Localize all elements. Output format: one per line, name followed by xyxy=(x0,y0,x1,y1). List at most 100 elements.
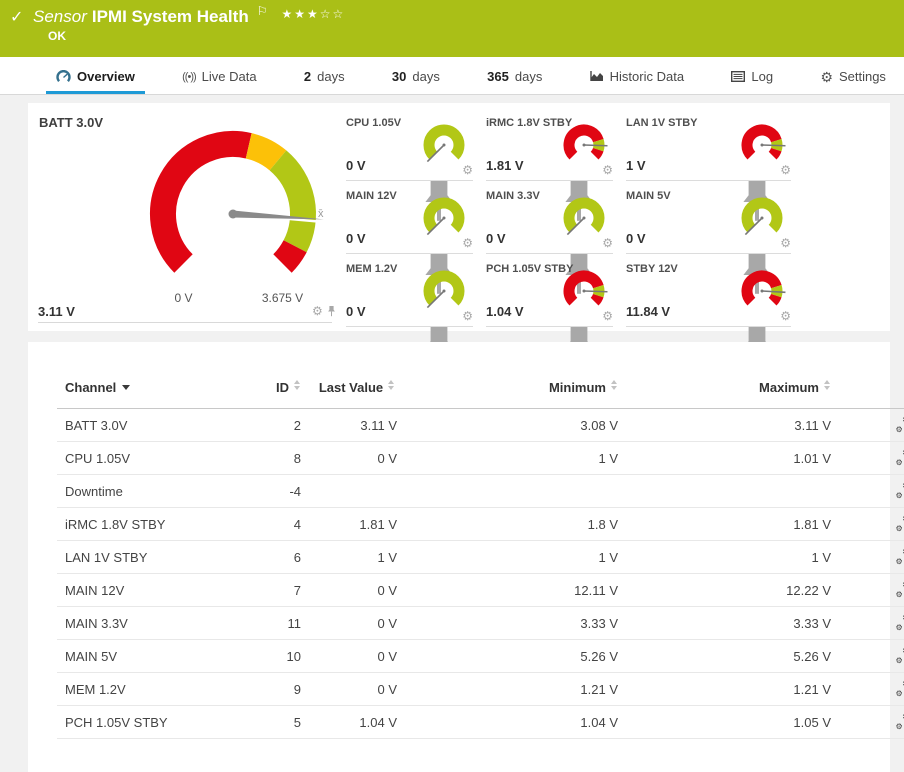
edit-channel-gears-icon[interactable]: ⚙⚙ xyxy=(896,713,904,729)
gauge xyxy=(560,120,608,168)
tab-live-data[interactable]: ((•))Live Data xyxy=(178,69,260,94)
gauge xyxy=(560,266,608,314)
cell-edit: ⚙⚙ xyxy=(839,574,904,607)
gauge-cell-icons: ⚙ xyxy=(462,310,473,322)
gauge xyxy=(738,120,786,168)
gauge-cell: iRMC 1.8V STBY1.81 V⚙ xyxy=(478,108,618,181)
cell-max: 1.81 V xyxy=(626,508,839,541)
gauge-settings-gear-icon[interactable]: ⚙ xyxy=(462,164,473,176)
column-label: Last Value xyxy=(319,380,383,395)
cell-edit: ⚙⚙ xyxy=(839,706,904,739)
tab-number: 365 xyxy=(487,69,509,84)
column-header-edit xyxy=(839,342,904,409)
gauge-cell: MAIN 5V0 V⚙ xyxy=(618,181,796,254)
column-header-minimum[interactable]: Minimum xyxy=(405,342,626,409)
column-label: ID xyxy=(276,380,289,395)
page-title: IPMI System Health xyxy=(92,7,249,26)
cell-channel: MAIN 3.3V xyxy=(57,607,243,640)
edit-channel-gears-icon[interactable]: ⚙⚙ xyxy=(896,515,904,531)
cell-min: 1 V xyxy=(405,442,626,475)
tab-settings[interactable]: ⚙Settings xyxy=(816,69,890,94)
gauge-settings-gear-icon[interactable]: ⚙ xyxy=(780,164,791,176)
log-icon xyxy=(731,71,745,82)
cell-channel: PCH 1.05V STBY xyxy=(57,706,243,739)
primary-gauge-title: BATT 3.0V xyxy=(39,115,103,130)
cell-max: 3.11 V xyxy=(626,409,839,442)
gauge-value: 11.84 V xyxy=(626,304,670,319)
gauge-cell: MAIN 12V0 V⚙ xyxy=(338,181,478,254)
gauge xyxy=(738,193,786,241)
column-header-id[interactable]: ID xyxy=(243,342,309,409)
edit-channel-gears-icon[interactable]: ⚙⚙ xyxy=(896,581,904,597)
gear-icon: ⚙ xyxy=(896,558,903,566)
column-label: Channel xyxy=(65,380,116,395)
tab-label: Historic Data xyxy=(610,69,684,84)
table-row: BATT 3.0V23.11 V3.08 V3.11 V⚙⚙ xyxy=(57,409,904,442)
cell-channel: LAN 1V STBY xyxy=(57,541,243,574)
tab-365-days[interactable]: 365days xyxy=(483,69,546,94)
gear-icon: ⚙ xyxy=(896,492,903,500)
tab-2-days[interactable]: 2days xyxy=(300,69,349,94)
tab-log[interactable]: Log xyxy=(727,69,777,94)
table-row: MEM 1.2V90 V1.21 V1.21 V⚙⚙ xyxy=(57,673,904,706)
gauge-cell-icons: ⚙ xyxy=(780,310,791,322)
cell-edit: ⚙⚙ xyxy=(839,607,904,640)
gauge-cell: LAN 1V STBY1 V⚙ xyxy=(618,108,796,181)
gauge-value: 0 V xyxy=(486,231,506,246)
gauge-settings-gear-icon[interactable]: ⚙ xyxy=(462,310,473,322)
favorite-flag-icon[interactable]: ⚐ xyxy=(257,4,268,18)
gauge-title: MAIN 3.3V xyxy=(486,190,540,202)
gauge-settings-gear-icon[interactable]: ⚙ xyxy=(780,237,791,249)
gauge-value: 1.04 V xyxy=(486,304,524,319)
cell-channel: CPU 1.05V xyxy=(57,442,243,475)
cell-channel: MEM 1.2V xyxy=(57,673,243,706)
table-row: CPU 1.05V80 V1 V1.01 V⚙⚙ xyxy=(57,442,904,475)
gauge xyxy=(420,193,468,241)
sensor-kind-label: Sensor xyxy=(33,7,87,26)
gauge-settings-gear-icon[interactable]: ⚙ xyxy=(602,237,613,249)
gauge-settings-gear-icon[interactable]: ⚙ xyxy=(462,237,473,249)
cell-last: 0 V xyxy=(309,574,405,607)
cell-id: 2 xyxy=(243,409,309,442)
gauge-title: STBY 12V xyxy=(626,263,678,275)
cell-id: -4 xyxy=(243,475,309,508)
edit-channel-gears-icon[interactable]: ⚙⚙ xyxy=(896,449,904,465)
gear-icon: ⚙ xyxy=(896,690,903,698)
pin-icon[interactable] xyxy=(327,305,336,317)
gear-icon: ⚙ xyxy=(896,624,903,632)
edit-channel-gears-icon[interactable]: ⚙⚙ xyxy=(896,416,904,432)
gauge-settings-gear-icon[interactable]: ⚙ xyxy=(602,310,613,322)
edit-channel-gears-icon[interactable]: ⚙⚙ xyxy=(896,647,904,663)
edit-channel-gears-icon[interactable]: ⚙⚙ xyxy=(896,482,904,498)
column-header-channel[interactable]: Channel xyxy=(57,342,243,409)
cell-id: 5 xyxy=(243,706,309,739)
gear-icon: ⚙ xyxy=(896,525,903,533)
gauge-icon xyxy=(56,70,71,83)
cell-last: 0 V xyxy=(309,640,405,673)
cell-min: 5.26 V xyxy=(405,640,626,673)
gauge-title: MAIN 12V xyxy=(346,190,397,202)
cell-max: 5.26 V xyxy=(626,640,839,673)
gauge-settings-gear-icon[interactable]: ⚙ xyxy=(780,310,791,322)
cell-edit: ⚙⚙ xyxy=(839,640,904,673)
gauge xyxy=(420,266,468,314)
column-header-last-value[interactable]: Last Value xyxy=(309,342,405,409)
priority-stars[interactable]: ★★★☆☆ xyxy=(281,7,345,21)
gauge-settings-gear-icon[interactable]: ⚙ xyxy=(312,305,323,317)
tab-overview[interactable]: Overview xyxy=(52,69,139,94)
table-row: LAN 1V STBY61 V1 V1 V⚙⚙ xyxy=(57,541,904,574)
cell-min: 1.21 V xyxy=(405,673,626,706)
gauge-settings-gear-icon[interactable]: ⚙ xyxy=(602,164,613,176)
edit-channel-gears-icon[interactable]: ⚙⚙ xyxy=(896,614,904,630)
column-header-maximum[interactable]: Maximum xyxy=(626,342,839,409)
column-label: Maximum xyxy=(759,380,819,395)
edit-channel-gears-icon[interactable]: ⚙⚙ xyxy=(896,680,904,696)
live-data-icon: ((•)) xyxy=(182,71,196,83)
cell-min: 1.04 V xyxy=(405,706,626,739)
edit-channel-gears-icon[interactable]: ⚙⚙ xyxy=(896,548,904,564)
tab-historic-data[interactable]: Historic Data xyxy=(586,69,688,94)
cell-divider xyxy=(38,322,332,323)
tab-number: 30 xyxy=(392,69,406,84)
tab-30-days[interactable]: 30days xyxy=(388,69,444,94)
cell-edit: ⚙⚙ xyxy=(839,541,904,574)
